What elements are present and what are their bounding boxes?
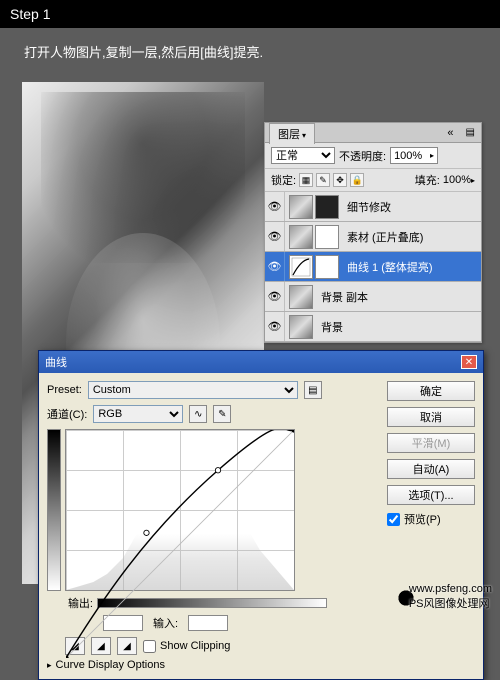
opacity-label: 不透明度: [339,148,386,164]
input-gradient [97,598,327,608]
panel-collapse-icon[interactable]: « [441,127,459,139]
blend-mode-select[interactable]: 正常 [271,147,335,164]
output-gradient [47,429,61,591]
layer-thumb[interactable] [289,195,313,219]
lock-transparency-icon[interactable]: ▦ [299,173,313,187]
layer-row[interactable]: 👁 细节修改 [265,192,481,222]
layer-thumb[interactable] [289,285,313,309]
layer-name[interactable]: 背景 副本 [317,289,481,305]
layer-name[interactable]: 素材 (正片叠底) [343,229,481,245]
visibility-icon[interactable]: 👁 [265,252,285,281]
layer-name[interactable]: 背景 [317,319,481,335]
layer-row[interactable]: 👁 素材 (正片叠底) [265,222,481,252]
step-header: Step 1 [0,0,500,28]
show-clipping-checkbox[interactable]: Show Clipping [143,640,230,653]
layer-row[interactable]: 👁 背景 [265,312,481,342]
instruction-text: 打开人物图片,复制一层,然后用[曲线]提亮. [0,28,500,75]
layer-row[interactable]: 👁 背景 副本 [265,282,481,312]
layers-lockrow: 锁定: ▦ ✎ ✥ 🔒 填充: 100%▸ [265,169,481,192]
smooth-button[interactable]: 平滑(M) [387,433,475,453]
fill-label: 填充: [415,172,440,188]
visibility-icon[interactable]: 👁 [265,192,285,221]
cancel-button[interactable]: 取消 [387,407,475,427]
output-value-field[interactable] [103,615,143,631]
layers-blendrow: 正常 不透明度: 100%▸ [265,143,481,169]
visibility-icon[interactable]: 👁 [265,282,285,311]
curve-display-options-toggle[interactable]: ▸ Curve Display Options [47,659,379,671]
close-icon[interactable]: ✕ [461,355,477,369]
mask-thumb[interactable] [315,195,339,219]
layer-thumb[interactable] [289,315,313,339]
curve-grid[interactable] [65,429,295,591]
adjustment-thumb[interactable] [289,255,313,279]
ok-button[interactable]: 确定 [387,381,475,401]
input-value-field[interactable] [188,615,228,631]
visibility-icon[interactable]: 👁 [265,312,285,341]
options-button[interactable]: 选项(T)... [387,485,475,505]
curves-icon [291,257,311,277]
channel-select[interactable]: RGB [93,405,183,423]
layer-name[interactable]: 曲线 1 (整体提亮) [343,259,481,275]
channel-label: 通道(C): [47,406,87,422]
chevron-right-icon: ▸ [471,176,475,185]
curves-title-text: 曲线 [45,354,67,370]
panel-menu-icon[interactable]: ▤ [460,127,481,138]
visibility-icon[interactable]: 👁 [265,222,285,251]
layer-thumb[interactable] [289,225,313,249]
layer-row[interactable]: 👁 曲线 1 (整体提亮) [265,252,481,282]
input-label: 输入: [153,615,178,631]
gray-point-picker-icon[interactable]: ◢ [91,637,111,655]
layers-panel-tabbar: 图层▾ « ▤ [265,123,481,143]
preset-menu-icon[interactable]: ▤ [304,381,322,399]
layers-panel: 图层▾ « ▤ 正常 不透明度: 100%▸ 锁定: ▦ ✎ ✥ 🔒 填充: 1… [264,122,482,343]
mask-thumb[interactable] [315,225,339,249]
curves-titlebar[interactable]: 曲线 ✕ [39,351,483,373]
lock-label: 锁定: [271,172,296,188]
lock-all-icon[interactable]: 🔒 [350,173,364,187]
curve-area [47,429,379,591]
curves-dialog: 曲线 ✕ Preset: Custom ▤ 通道(C): RGB ∿ ✎ [38,350,484,680]
fill-field[interactable]: 100%▸ [443,174,475,186]
watermark: www.psfeng.com PS风图像处理网 [409,583,492,611]
tab-layers[interactable]: 图层▾ [269,123,315,144]
layer-list: 👁 细节修改 👁 素材 (正片叠底) 👁 曲线 1 (整体提亮) 👁 背景 副本… [265,192,481,342]
curve-point-tool-icon[interactable]: ∿ [189,405,207,423]
preview-checkbox[interactable]: 预览(P) [387,511,475,527]
preset-select[interactable]: Custom [88,381,298,399]
black-point-picker-icon[interactable]: ◢ [65,637,85,655]
triangle-right-icon: ▸ [47,660,52,671]
layer-name[interactable]: 细节修改 [343,199,481,215]
opacity-field[interactable]: 100%▸ [390,147,438,164]
lock-pixels-icon[interactable]: ✎ [316,173,330,187]
auto-button[interactable]: 自动(A) [387,459,475,479]
chevron-down-icon: ▾ [302,131,306,140]
lock-position-icon[interactable]: ✥ [333,173,347,187]
output-label: 输出: [47,595,97,611]
white-point-picker-icon[interactable]: ◢ [117,637,137,655]
chevron-right-icon: ▸ [430,151,434,160]
curve-pencil-tool-icon[interactable]: ✎ [213,405,231,423]
mask-thumb[interactable] [315,255,339,279]
preset-label: Preset: [47,384,82,396]
